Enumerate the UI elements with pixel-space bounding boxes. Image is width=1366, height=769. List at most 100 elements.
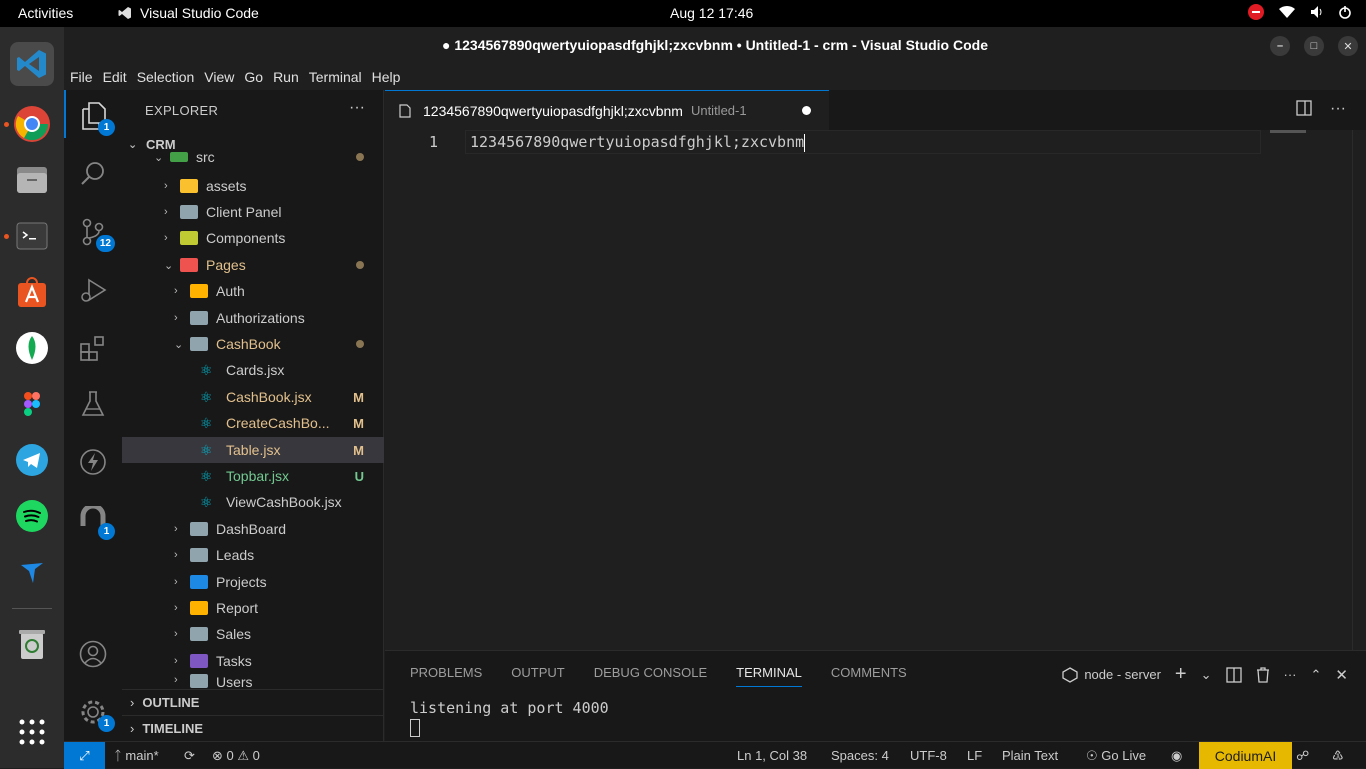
menu-go[interactable]: Go bbox=[244, 69, 263, 85]
end-of-line[interactable]: LF bbox=[967, 748, 982, 763]
volume-icon[interactable] bbox=[1310, 5, 1324, 19]
remote-explorer-icon[interactable]: 1 bbox=[77, 504, 115, 540]
go-live-button[interactable]: ☉ Go Live bbox=[1086, 748, 1146, 764]
remote-indicator-icon[interactable]: ⤢ bbox=[64, 742, 105, 769]
explorer-icon[interactable]: 1 bbox=[77, 100, 115, 136]
run-debug-icon[interactable] bbox=[77, 274, 109, 306]
power-icon[interactable] bbox=[1338, 5, 1352, 19]
clock[interactable]: Aug 12 17:46 bbox=[670, 5, 753, 21]
app-menu[interactable]: Visual Studio Code bbox=[118, 5, 259, 21]
dock-bird-app-icon[interactable] bbox=[10, 550, 54, 594]
tree-item-cards-jsx[interactable]: ⚛ Cards.jsx bbox=[122, 357, 384, 383]
tab-comments[interactable]: COMMENTS bbox=[831, 665, 907, 687]
vertical-scrollbar[interactable] bbox=[1352, 130, 1366, 650]
tree-item-components[interactable]: › Components bbox=[122, 225, 384, 251]
timeline-section[interactable]: › TIMELINE bbox=[122, 715, 384, 741]
terminal-selector[interactable]: node - server bbox=[1062, 666, 1161, 683]
chevron-down-icon[interactable]: ⌄ bbox=[1201, 667, 1212, 683]
code-line[interactable]: 1 1234567890qwertyuiopasdfghjkl;zxcvbnm bbox=[385, 130, 1366, 154]
menu-help[interactable]: Help bbox=[372, 69, 401, 85]
settings-gear-icon[interactable]: 1 bbox=[77, 696, 115, 732]
dock-software-icon[interactable] bbox=[10, 270, 54, 314]
split-terminal-icon[interactable] bbox=[1225, 666, 1242, 683]
source-control-icon[interactable]: 12 bbox=[77, 216, 115, 252]
tree-item-viewcashbook-jsx[interactable]: ⚛ ViewCashBook.jsx bbox=[122, 489, 384, 515]
wifi-icon[interactable] bbox=[1278, 5, 1296, 19]
encoding[interactable]: UTF-8 bbox=[910, 748, 947, 763]
activities-button[interactable]: Activities bbox=[18, 5, 73, 21]
account-feedback-icon[interactable]: ☍ bbox=[1296, 748, 1309, 764]
tab-debug-console[interactable]: DEBUG CONSOLE bbox=[594, 665, 707, 687]
dock-vscode-icon[interactable] bbox=[10, 42, 54, 86]
tree-item-sales[interactable]: › Sales bbox=[122, 621, 384, 647]
window-titlebar[interactable]: ● 1234567890qwertyuiopasdfghjkl;zxcvbnm … bbox=[64, 27, 1366, 63]
search-icon[interactable] bbox=[77, 158, 109, 190]
tree-item-users[interactable]: › Users bbox=[122, 674, 384, 688]
tree-item-authorizations[interactable]: › Authorizations bbox=[122, 305, 384, 331]
tree-item-cashbook[interactable]: ⌄ CashBook bbox=[122, 331, 384, 357]
menu-file[interactable]: File bbox=[70, 69, 93, 85]
minimap[interactable] bbox=[1270, 130, 1306, 133]
dock-terminal-icon[interactable] bbox=[10, 214, 54, 258]
minimize-button[interactable]: – bbox=[1270, 36, 1290, 56]
tree-item-cashbook-jsx[interactable]: ⚛ CashBook.jsx M bbox=[122, 384, 384, 410]
maximize-panel-icon[interactable]: ⌃ bbox=[1311, 667, 1322, 683]
tree-item-topbar-jsx[interactable]: ⚛ Topbar.jsx U bbox=[122, 463, 384, 489]
dock-mongodb-icon[interactable] bbox=[10, 326, 54, 370]
notifications-bell-icon[interactable]: ♳ bbox=[1332, 748, 1344, 764]
menu-terminal[interactable]: Terminal bbox=[309, 69, 362, 85]
menu-selection[interactable]: Selection bbox=[137, 69, 195, 85]
dock-figma-icon[interactable] bbox=[10, 382, 54, 426]
tree-item-pages[interactable]: ⌄ Pages bbox=[122, 252, 384, 278]
language-mode[interactable]: Plain Text bbox=[1002, 748, 1058, 763]
dock-chrome-icon[interactable] bbox=[10, 102, 54, 146]
tree-item-tasks[interactable]: › Tasks bbox=[122, 648, 384, 674]
tree-item-report[interactable]: › Report bbox=[122, 595, 384, 621]
dock-telegram-icon[interactable] bbox=[10, 438, 54, 482]
tree-item-client-panel[interactable]: › Client Panel bbox=[122, 199, 384, 225]
codiumai-button[interactable]: CodiumAI bbox=[1199, 742, 1292, 769]
menu-edit[interactable]: Edit bbox=[103, 69, 127, 85]
system-tray[interactable] bbox=[1248, 4, 1352, 20]
unsaved-dot-icon[interactable] bbox=[802, 106, 811, 115]
menu-view[interactable]: View bbox=[204, 69, 234, 85]
accounts-icon[interactable] bbox=[77, 638, 109, 670]
tab-problems[interactable]: PROBLEMS bbox=[410, 665, 482, 687]
extensions-icon[interactable] bbox=[77, 332, 109, 364]
split-editor-icon[interactable] bbox=[1296, 100, 1312, 116]
show-apps-icon[interactable] bbox=[10, 710, 54, 754]
tab-terminal[interactable]: TERMINAL bbox=[736, 665, 802, 687]
tree-item-table-jsx[interactable]: ⚛ Table.jsx M bbox=[122, 437, 384, 463]
line-text[interactable]: 1234567890qwertyuiopasdfghjkl;zxcvbnm bbox=[470, 133, 806, 152]
tree-item-dashboard[interactable]: › DashBoard bbox=[122, 516, 384, 542]
sync-icon[interactable]: ⟳ bbox=[184, 748, 195, 764]
dock-files-icon[interactable] bbox=[10, 158, 54, 202]
tree-item-leads[interactable]: › Leads bbox=[122, 542, 384, 568]
tree-item-assets[interactable]: › assets bbox=[122, 173, 384, 199]
close-window-button[interactable]: ✕ bbox=[1338, 36, 1358, 56]
tree-item-projects[interactable]: › Projects bbox=[122, 569, 384, 595]
more-actions-icon[interactable]: ··· bbox=[1284, 667, 1297, 682]
more-actions-icon[interactable]: ··· bbox=[1330, 100, 1346, 118]
do-not-disturb-icon[interactable] bbox=[1248, 4, 1264, 20]
branch-indicator[interactable]: ᛏ main* bbox=[114, 748, 159, 763]
trash-icon[interactable] bbox=[1256, 666, 1270, 683]
new-terminal-plus-icon[interactable]: + bbox=[1175, 663, 1187, 686]
terminal-output[interactable]: listening at port 4000 bbox=[410, 699, 609, 737]
menu-run[interactable]: Run bbox=[273, 69, 299, 85]
dock-spotify-icon[interactable] bbox=[10, 494, 54, 538]
tree-item-createcashbook[interactable]: ⚛ CreateCashBo... M bbox=[122, 410, 384, 436]
tree-item-src[interactable]: ⌄ src bbox=[122, 148, 384, 166]
testing-icon[interactable] bbox=[77, 388, 109, 420]
dock-trash-icon[interactable] bbox=[10, 622, 54, 666]
thunder-client-icon[interactable] bbox=[77, 446, 109, 478]
maximize-button[interactable]: □ bbox=[1304, 36, 1324, 56]
editor-tab-untitled-1[interactable]: 1234567890qwertyuiopasdfghjkl;zxcvbnm Un… bbox=[385, 90, 829, 130]
tab-output[interactable]: OUTPUT bbox=[511, 665, 564, 687]
more-actions-icon[interactable]: ··· bbox=[349, 99, 365, 117]
outline-section[interactable]: › OUTLINE bbox=[122, 689, 384, 715]
indentation[interactable]: Spaces: 4 bbox=[831, 748, 889, 763]
copilot-icon[interactable]: ◉ bbox=[1171, 748, 1182, 764]
close-panel-icon[interactable]: ✕ bbox=[1335, 666, 1348, 684]
cursor-position[interactable]: Ln 1, Col 38 bbox=[737, 748, 807, 763]
